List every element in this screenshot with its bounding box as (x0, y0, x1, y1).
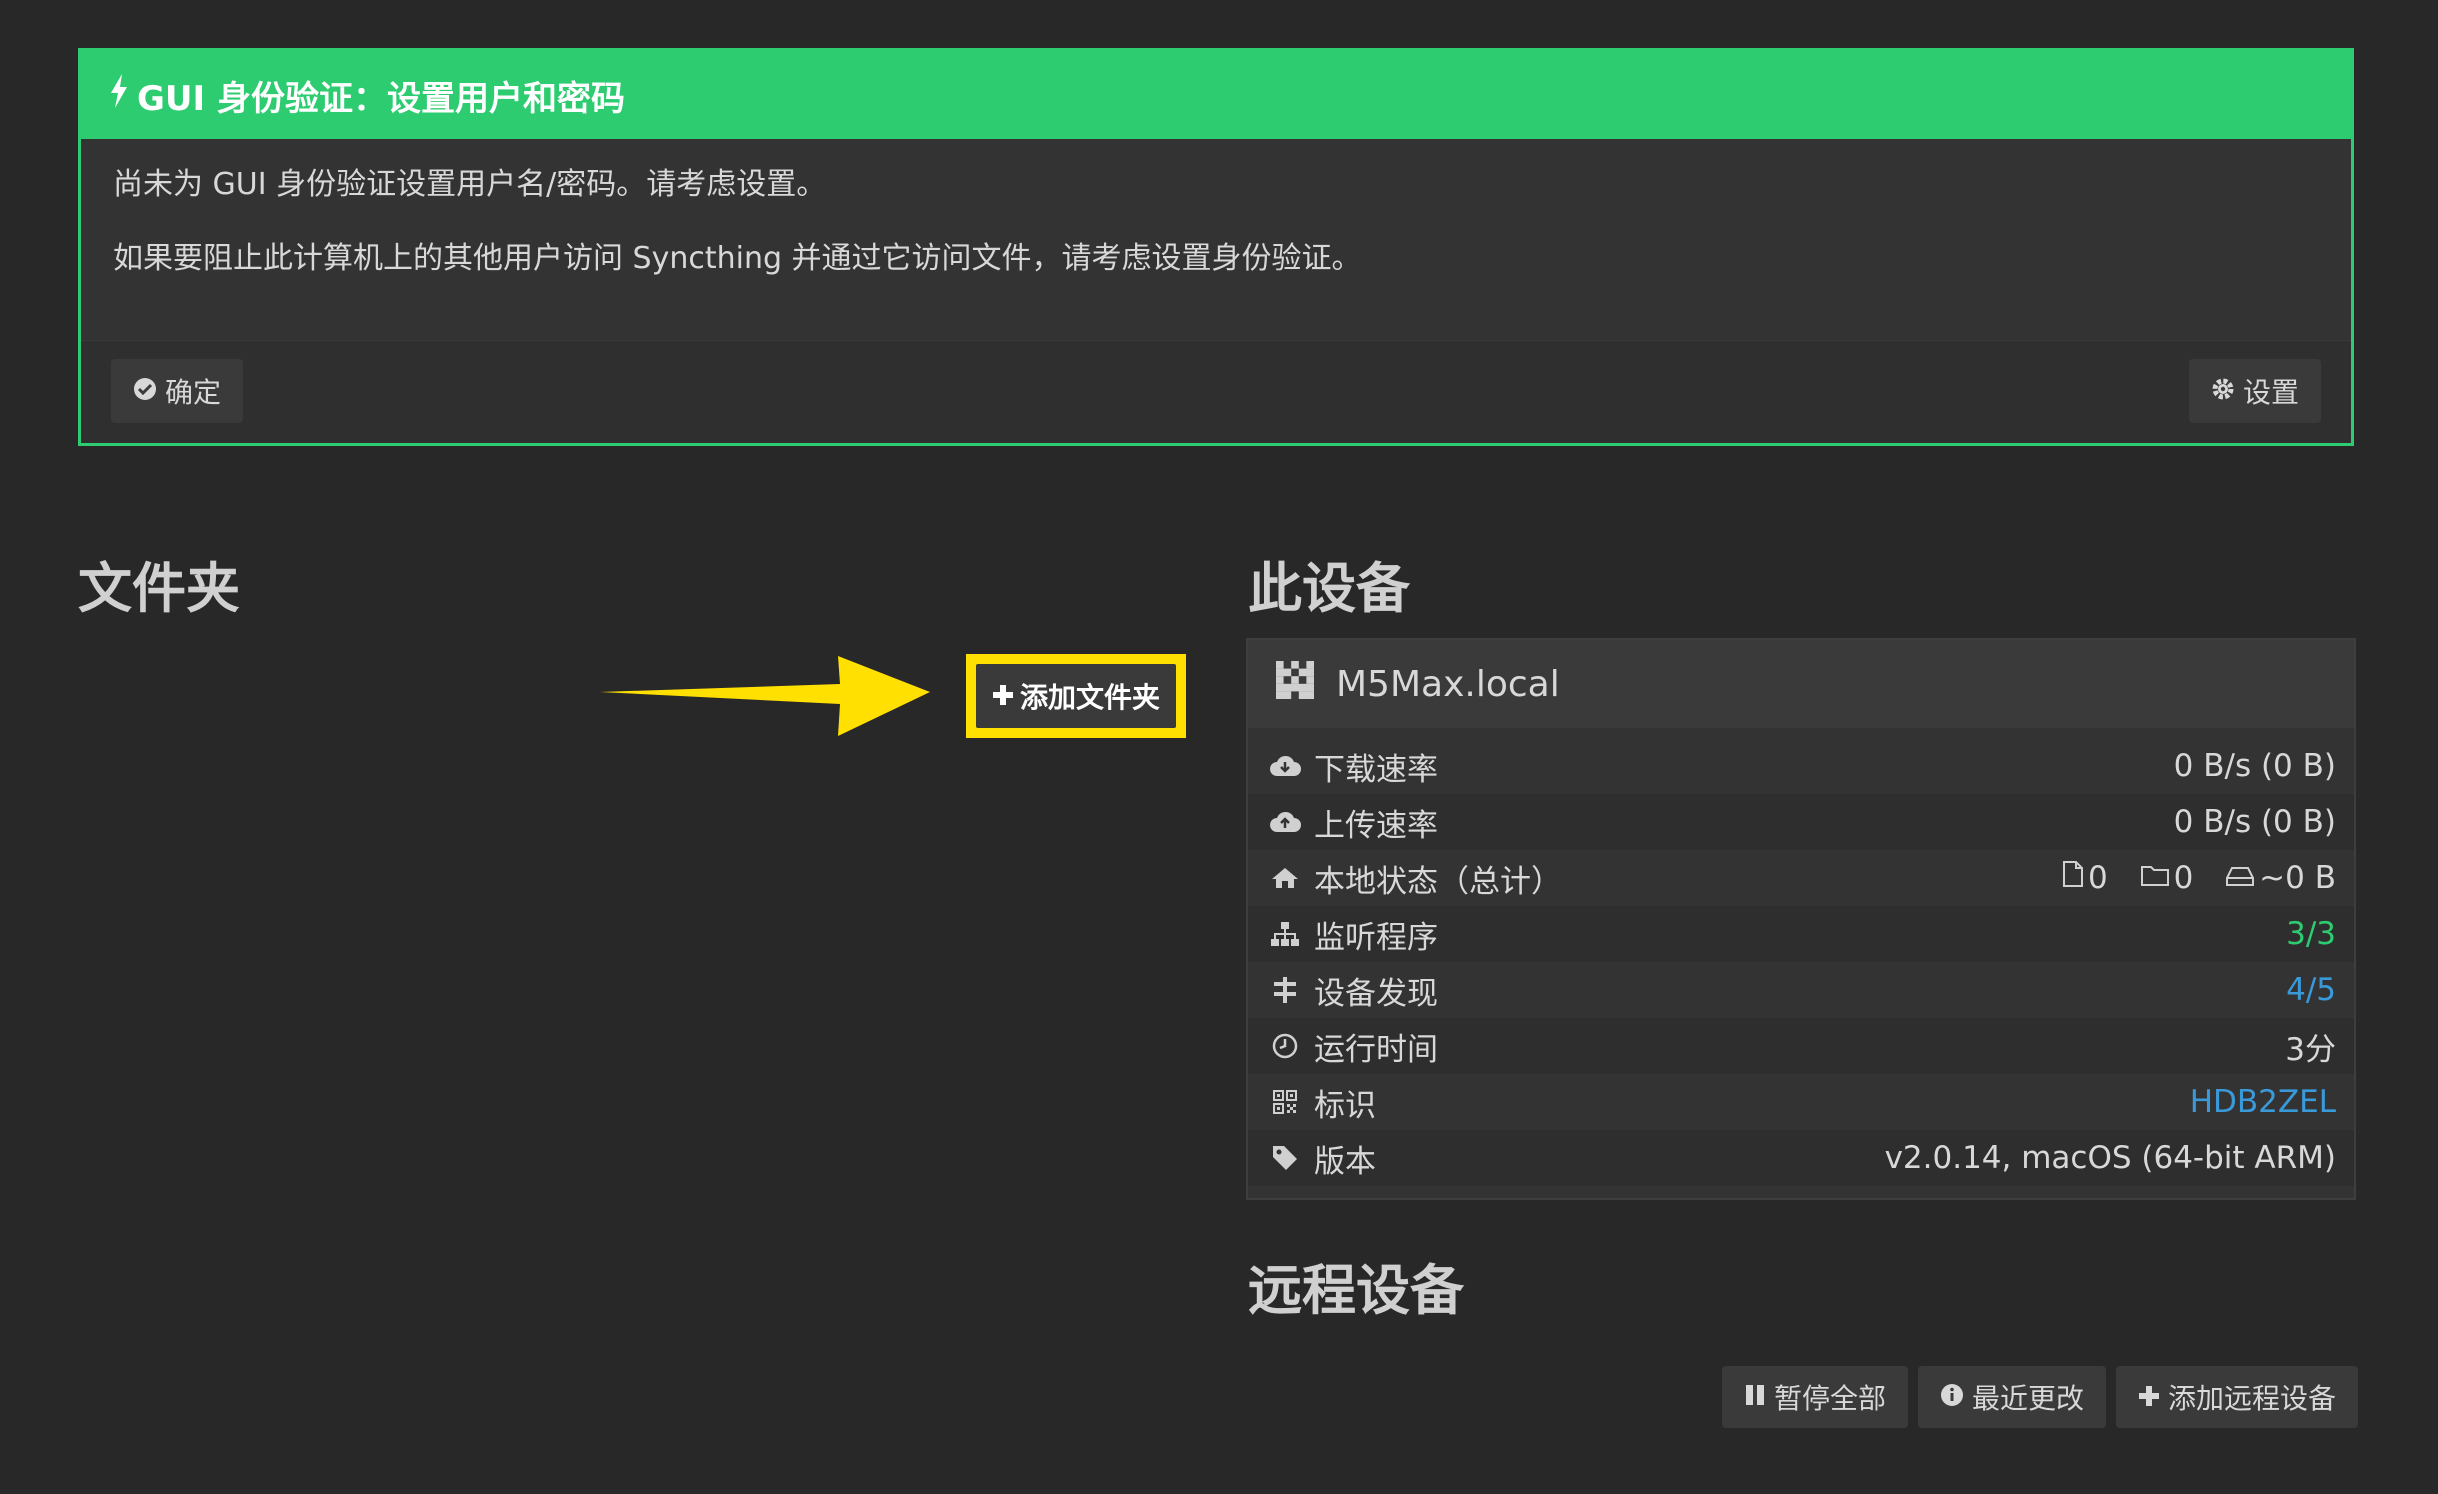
uptime-value: 3分 (2285, 1031, 2336, 1068)
sitemap-icon (1268, 921, 1302, 947)
settings-button[interactable]: 设置 (2188, 359, 2321, 423)
add-folder-label: 添加文件夹 (1019, 681, 1160, 714)
gear-icon (2211, 375, 2235, 408)
cloud-upload-icon (1268, 810, 1302, 834)
plus-icon (992, 680, 1014, 713)
device-name: M5Max.local (1336, 663, 1560, 705)
version-label: 版本 (1314, 1143, 1376, 1180)
discovery-row: 设备发现 4/5 (1248, 962, 2354, 1018)
listeners-row: 监听程序 3/3 (1248, 906, 2354, 962)
settings-button-label: 设置 (2242, 376, 2299, 409)
recent-changes-button[interactable]: 最近更改 (1917, 1366, 2106, 1428)
device-identicon-icon (1276, 660, 1314, 708)
notification-line-2: 如果要阻止此计算机上的其他用户访问 Syncthing 并通过它访问文件，请考虑… (113, 241, 1362, 276)
identification-label: 标识 (1314, 1087, 1376, 1124)
remote-devices-actions: 暂停全部 最近更改 添加远程设备 (1721, 1366, 2358, 1428)
upload-rate-value: 0 B/s (0 B) (2173, 804, 2336, 840)
download-rate-row: 下载速率 0 B/s (0 B) (1248, 738, 2354, 794)
file-icon (2062, 860, 2084, 896)
info-circle-icon (1940, 1381, 1964, 1414)
syncthing-page: GUI 身份验证：设置用户和密码 尚未为 GUI 身份验证设置用户名/密码。请考… (0, 0, 2438, 1494)
identification-row: 标识 HDB2ZEL (1248, 1074, 2354, 1130)
add-folder-highlight: 添加文件夹 (966, 654, 1186, 738)
disk-size-value: ~0 B (2259, 860, 2336, 896)
this-device-panel: M5Max.local 下载速率 0 B/s (0 B) 上传速率 0 B/s … (1246, 638, 2356, 1200)
auth-notification-panel: GUI 身份验证：设置用户和密码 尚未为 GUI 身份验证设置用户名/密码。请考… (78, 48, 2354, 446)
clock-icon (1268, 1033, 1302, 1059)
pause-all-button[interactable]: 暂停全部 (1721, 1366, 1908, 1428)
this-device-title: 此设备 (1248, 557, 1410, 620)
home-icon (1268, 866, 1302, 890)
discovery-value[interactable]: 4/5 (2286, 972, 2336, 1008)
hdd-icon (2225, 860, 2255, 896)
folder-count-value: 0 (2173, 860, 2194, 896)
ok-button[interactable]: 确定 (111, 359, 244, 423)
version-value: v2.0.14, macOS (64-bit ARM) (1884, 1140, 2336, 1176)
upload-rate-label: 上传速率 (1314, 807, 1438, 844)
tag-icon (1268, 1144, 1302, 1172)
add-remote-device-label: 添加远程设备 (2167, 1382, 2336, 1415)
recent-changes-label: 最近更改 (1971, 1382, 2084, 1415)
download-rate-value: 0 B/s (0 B) (2173, 748, 2336, 784)
arrow-annotation-icon (600, 656, 930, 736)
add-folder-button[interactable]: 添加文件夹 (976, 664, 1176, 728)
cloud-download-icon (1268, 754, 1302, 778)
notification-line-1: 尚未为 GUI 身份验证设置用户名/密码。请考虑设置。 (113, 167, 827, 202)
version-row: 版本 v2.0.14, macOS (64-bit ARM) (1248, 1130, 2354, 1186)
device-id-link[interactable]: HDB2ZEL (2190, 1084, 2336, 1120)
local-state-row: 本地状态（总计） 0 0 ~0 B (1248, 850, 2354, 906)
notification-title: GUI 身份验证：设置用户和密码 (137, 78, 626, 119)
uptime-label: 运行时间 (1314, 1031, 1438, 1068)
check-circle-icon (133, 375, 157, 408)
listeners-value[interactable]: 3/3 (2286, 916, 2336, 952)
qrcode-icon (1268, 1089, 1302, 1115)
folders-title: 文件夹 (78, 557, 240, 620)
folder-icon (2140, 860, 2170, 896)
disk-size: ~0 B (2225, 860, 2336, 896)
bolt-icon (109, 73, 129, 117)
ok-button-label: 确定 (165, 376, 222, 409)
upload-rate-row: 上传速率 0 B/s (0 B) (1248, 794, 2354, 850)
local-state-label: 本地状态（总计） (1314, 863, 1562, 900)
notification-header: GUI 身份验证：设置用户和密码 (81, 51, 2351, 139)
plus-icon (2138, 1381, 2160, 1414)
folder-count: 0 (2140, 860, 2194, 896)
remote-devices-title: 远程设备 (1248, 1259, 1464, 1322)
device-stats-list: 下载速率 0 B/s (0 B) 上传速率 0 B/s (0 B) 本地状态（总… (1248, 728, 2354, 1186)
notification-footer: 确定 设置 (81, 340, 2351, 443)
file-count-value: 0 (2087, 860, 2108, 896)
listeners-label: 监听程序 (1314, 919, 1438, 956)
download-rate-label: 下载速率 (1314, 751, 1438, 788)
device-header[interactable]: M5Max.local (1248, 640, 2354, 728)
local-state-values: 0 0 ~0 B (2040, 860, 2336, 896)
pause-all-label: 暂停全部 (1773, 1382, 1886, 1415)
uptime-row: 运行时间 3分 (1248, 1018, 2354, 1074)
file-count: 0 (2062, 860, 2108, 896)
pause-icon (1744, 1381, 1766, 1414)
signpost-icon (1268, 976, 1302, 1004)
add-remote-device-button[interactable]: 添加远程设备 (2115, 1366, 2358, 1428)
discovery-label: 设备发现 (1314, 975, 1438, 1012)
